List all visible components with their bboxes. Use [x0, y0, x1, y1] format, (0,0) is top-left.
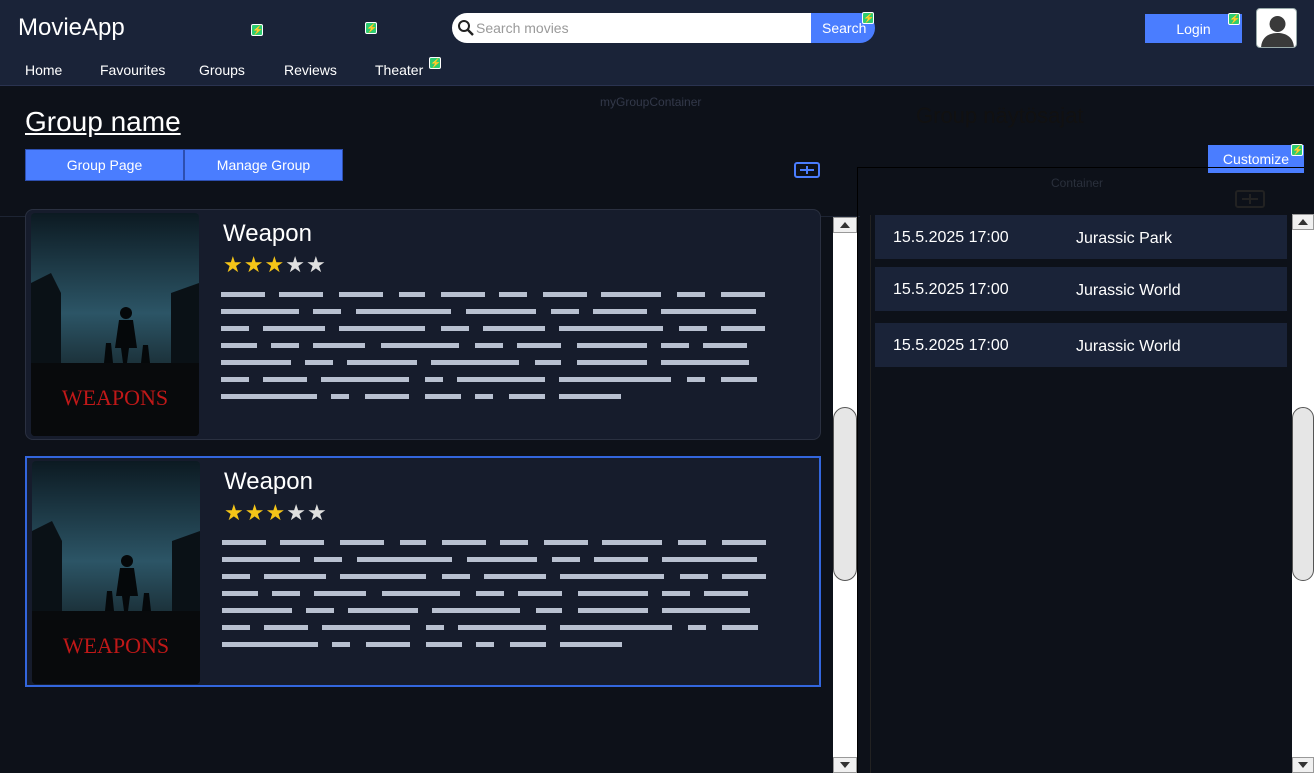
nav-home[interactable]: Home — [25, 62, 62, 78]
movie-title[interactable]: Weapon — [224, 468, 313, 496]
rating-stars: ★★★★★ — [223, 252, 327, 278]
star-icon: ★ — [223, 252, 244, 277]
plugin-icon: ⚡ — [862, 12, 875, 24]
scroll-down-button[interactable] — [1292, 757, 1314, 773]
showtime-time: 15.5.2025 17:00 — [893, 281, 1009, 298]
description-placeholder — [221, 292, 765, 399]
group-title[interactable]: Group name — [25, 106, 181, 138]
manage-group-button[interactable]: Manage Group — [184, 149, 343, 181]
star-icon: ★ — [285, 252, 306, 277]
star-icon: ★ — [306, 500, 328, 525]
movie-title[interactable]: Weapon — [223, 220, 312, 248]
poster-title: WEAPONS — [62, 385, 168, 410]
scroll-thumb[interactable] — [1292, 407, 1314, 581]
movie-card-selected[interactable]: WEAPONS Weapon ★★★★★ — [25, 456, 821, 687]
nav-favourites[interactable]: Favourites — [100, 62, 165, 78]
star-icon: ★ — [224, 500, 245, 525]
star-icon: ★ — [286, 500, 307, 525]
top-header: MovieApp ⚡ ⚡ Search ⚡ Login ⚡ Home Favou… — [0, 0, 1314, 86]
showtime-row[interactable]: 15.5.2025 17:00 Jurassic World — [875, 323, 1287, 367]
star-icon: ★ — [243, 252, 265, 277]
star-icon: ★ — [244, 500, 266, 525]
star-icon: ★ — [264, 252, 286, 277]
user-avatar[interactable] — [1256, 8, 1297, 48]
arrow-up-icon — [1298, 219, 1308, 225]
arrow-down-icon — [1298, 762, 1308, 768]
poster-title: WEAPONS — [63, 633, 169, 658]
search-bar: Search ⚡ — [452, 12, 875, 43]
search-icon — [458, 20, 474, 36]
showtime-row[interactable]: 15.5.2025 17:00 Jurassic World — [875, 267, 1287, 311]
arrow-up-icon — [840, 222, 850, 228]
scroll-down-button[interactable] — [833, 757, 857, 773]
showtime-movie: Jurassic World — [1076, 338, 1181, 355]
container-label: Container — [1051, 176, 1104, 190]
showtime-time: 15.5.2025 17:00 — [893, 229, 1009, 246]
showtime-row[interactable]: 15.5.2025 17:00 Jurassic Park — [875, 215, 1287, 259]
user-icon — [1261, 16, 1294, 47]
showtime-movie: Jurassic Park — [1076, 230, 1173, 247]
showtimes-scrollbar[interactable] — [1292, 214, 1314, 773]
description-placeholder — [222, 540, 766, 647]
scroll-thumb[interactable] — [833, 407, 857, 581]
nav-reviews[interactable]: Reviews — [284, 62, 337, 78]
plugin-icon: ⚡ — [365, 22, 378, 34]
nav-theater[interactable]: Theater — [375, 62, 423, 78]
plugin-icon: ⚡ — [251, 24, 264, 36]
plugin-icon: ⚡ — [1228, 13, 1241, 25]
scroll-up-button[interactable] — [1292, 214, 1314, 230]
search-input[interactable] — [452, 13, 812, 43]
arrow-down-icon — [840, 762, 850, 768]
rating-stars: ★★★★★ — [224, 500, 328, 526]
add-icon[interactable] — [794, 162, 820, 178]
group-page-button[interactable]: Group Page — [25, 149, 184, 181]
plugin-icon: ⚡ — [429, 57, 442, 69]
star-icon: ★ — [305, 252, 327, 277]
group-container-label: myGroupContainer — [600, 95, 702, 109]
movie-poster: WEAPONS — [31, 213, 199, 436]
nav-groups[interactable]: Groups — [199, 62, 245, 78]
showtimes-title: Group näytösajat — [916, 103, 1084, 128]
add-icon[interactable] — [1235, 190, 1265, 208]
plugin-icon: ⚡ — [1291, 144, 1304, 156]
showtime-time: 15.5.2025 17:00 — [893, 337, 1009, 354]
showtime-movie: Jurassic World — [1076, 282, 1181, 299]
movie-list-scrollbar[interactable] — [833, 217, 857, 773]
movie-card[interactable]: WEAPONS Weapon ★★★★★ — [25, 209, 821, 440]
movie-poster: WEAPONS — [32, 461, 200, 684]
scroll-up-button[interactable] — [833, 217, 857, 233]
app-title[interactable]: MovieApp — [18, 14, 125, 42]
star-icon: ★ — [265, 500, 287, 525]
showtimes-list: 15.5.2025 17:00 Jurassic Park 15.5.2025 … — [870, 215, 1290, 773]
